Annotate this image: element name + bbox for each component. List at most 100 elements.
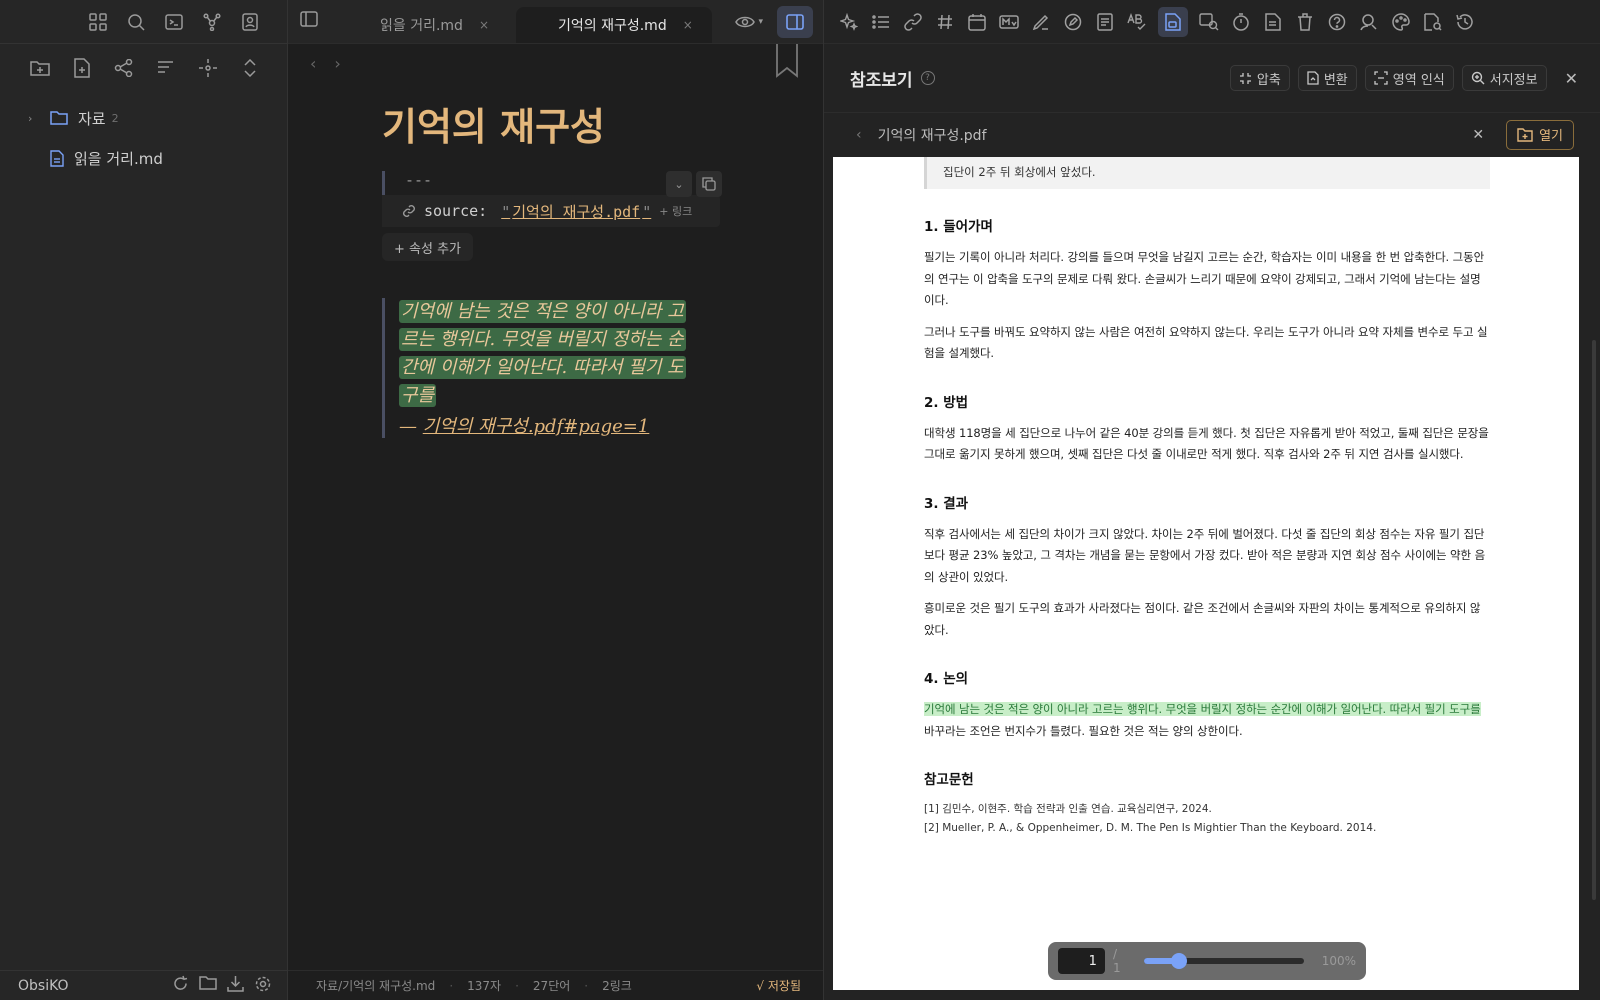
collapse-button[interactable]: ⌄	[666, 171, 692, 197]
spellcheck-icon[interactable]	[1126, 11, 1148, 33]
close-icon[interactable]: ×	[683, 18, 693, 32]
zoom-slider-handle[interactable]	[1171, 953, 1188, 969]
list-icon[interactable]	[870, 11, 892, 33]
image-search-icon[interactable]	[1198, 11, 1220, 33]
quote-source-link[interactable]: 기억의 재구성.pdf#page=1	[423, 416, 650, 437]
calendar-icon[interactable]	[966, 11, 988, 33]
status-path[interactable]: 자료/기억의 재구성.md	[316, 977, 435, 994]
palette-icon[interactable]	[1390, 11, 1412, 33]
sort-icon[interactable]	[148, 53, 184, 83]
back-arrow-icon[interactable]: ‹	[310, 54, 316, 73]
doc-search-icon[interactable]	[1422, 11, 1444, 33]
eye-icon[interactable]: ▾	[735, 15, 763, 29]
expand-icon[interactable]	[232, 53, 268, 83]
tab-memory-reconstruction[interactable]: 기억의 재구성.md ×	[516, 7, 712, 43]
close-icon[interactable]: ×	[479, 18, 489, 32]
sparkle-icon[interactable]	[838, 11, 860, 33]
pdf-paragraph: 직후 검사에서는 세 집단의 차이가 크지 않았다. 차이는 2주 뒤에 벌어졌…	[924, 526, 1486, 584]
forward-arrow-icon[interactable]: ›	[334, 54, 340, 73]
file-explorer-actions	[0, 44, 287, 92]
add-link-hint[interactable]: + 링크	[659, 203, 692, 219]
back-arrow-icon[interactable]: ‹	[856, 127, 862, 143]
app-window: › 자료 2 읽을 거리.md ObsiKO 읽을 거리.md × 기억의 재구…	[0, 0, 1600, 1000]
new-note-icon[interactable]	[64, 53, 100, 83]
page-number-input[interactable]: 1	[1058, 948, 1105, 974]
trash-icon[interactable]	[1294, 11, 1316, 33]
page-title[interactable]: 기억의 재구성	[382, 96, 605, 151]
zoom-slider[interactable]	[1144, 953, 1304, 969]
terminal-icon[interactable]	[162, 10, 186, 34]
scrollbar[interactable]	[1592, 340, 1596, 900]
note-icon[interactable]	[1262, 11, 1284, 33]
copy-button[interactable]	[696, 171, 722, 197]
region-label: 영역 인식	[1392, 72, 1445, 88]
bibliography-button[interactable]: 서지정보	[1461, 65, 1547, 91]
close-icon[interactable]: ✕	[1565, 69, 1578, 88]
region-icon	[1374, 71, 1388, 85]
add-property-button[interactable]: + 속성 추가	[382, 233, 473, 261]
help-icon[interactable]: ?	[920, 71, 935, 85]
chevron-right-icon[interactable]: ›	[28, 112, 42, 125]
tree-file[interactable]: 읽을 거리.md	[0, 138, 287, 178]
status-links: 2링크	[602, 979, 632, 993]
timer-icon[interactable]	[1230, 11, 1252, 33]
status-bar: 자료/기억의 재구성.md · 137자 · 27단어 · 2링크 √ 저장됨	[288, 970, 823, 1000]
reference-pane: 참조보기 ? 압축 변환 영역 인식 서지정보 ✕ ‹ 기억의 재구성.pdf …	[823, 0, 1600, 1000]
pdf-viewer[interactable]: 집단이 2주 뒤 회상에서 앞섰다. 1. 들어가며 필기는 기록이 아니라 처…	[833, 157, 1579, 990]
pdf-highlight[interactable]: 기억에 남는 것은 적은 양이 아니라 고르는 행위다. 무엇을 버릴지 정하는…	[924, 702, 1481, 716]
status-divider: ·	[449, 978, 454, 993]
region-recognition-button[interactable]: 영역 인식	[1364, 65, 1454, 91]
pdf-paragraph: 필기는 기록이 아니라 처리다. 강의를 들으며 무엇을 남길지 고르는 순간,…	[924, 250, 1485, 307]
quote-line: 간에 이해가 일어난다. 따라서 필기 도	[399, 356, 686, 379]
pdf-page-controls: 1 / 1 100%	[1048, 942, 1366, 980]
tags-icon[interactable]	[106, 53, 142, 83]
convert-icon	[1307, 71, 1319, 85]
frontmatter-block: --- source: 기억의 재구성.pdf + 링크 ⌄ + 속성 추가	[382, 171, 722, 261]
gear-icon[interactable]	[254, 975, 272, 997]
history-icon[interactable]	[1454, 11, 1476, 33]
file-label: 읽을 거리.md	[74, 149, 163, 168]
draw-icon[interactable]	[1062, 11, 1084, 33]
locate-icon[interactable]	[190, 53, 226, 83]
open-button[interactable]: 열기	[1506, 119, 1574, 150]
bookmark-icon[interactable]	[775, 44, 799, 82]
tree-folder[interactable]: › 자료 2	[0, 98, 287, 138]
new-folder-icon[interactable]	[22, 53, 58, 83]
vault-name[interactable]: ObsiKO	[18, 978, 172, 994]
pdf-paragraph: 흥미로운 것은 필기 도구의 효과가 사라졌다는 점이다. 같은 조건에서 손글…	[924, 601, 1481, 637]
sidebar-toggle-icon[interactable]	[300, 10, 318, 32]
help-circle-icon[interactable]	[1326, 11, 1348, 33]
user-search-icon[interactable]	[1358, 11, 1380, 33]
pdf-file-bar: ‹ 기억의 재구성.pdf ✕ 열기	[824, 112, 1600, 156]
search-icon[interactable]	[124, 10, 148, 34]
link-icon[interactable]	[902, 11, 924, 33]
tab-reading-list[interactable]: 읽을 거리.md ×	[380, 7, 489, 43]
grid-icon[interactable]	[86, 10, 110, 34]
sidebar-ribbon	[0, 0, 287, 44]
compress-button[interactable]: 압축	[1229, 65, 1290, 91]
saved-status: √ 저장됨	[756, 979, 801, 993]
convert-button[interactable]: 변환	[1297, 65, 1357, 91]
property-row[interactable]: source: 기억의 재구성.pdf + 링크	[382, 195, 720, 227]
pdf-heading: 1. 들어가며	[924, 219, 993, 235]
contact-icon[interactable]	[238, 10, 262, 34]
close-icon[interactable]: ✕	[1472, 127, 1484, 143]
sync-icon[interactable]	[172, 975, 189, 997]
download-icon[interactable]	[227, 975, 244, 997]
pdf-reference-icon[interactable]	[1158, 6, 1188, 37]
pdf-heading: 4. 논의	[924, 671, 969, 687]
pdf-heading: 참고문헌	[924, 772, 974, 788]
folder-icon	[1517, 127, 1533, 142]
property-value-link[interactable]: 기억의 재구성.pdf	[501, 201, 651, 222]
folder-open-icon[interactable]	[199, 975, 217, 997]
link-icon	[402, 204, 416, 218]
tab-label: 기억의 재구성.md	[558, 18, 667, 34]
markdown-icon[interactable]	[998, 11, 1020, 33]
blockquote[interactable]: 기억에 남는 것은 적은 양이 아니라 고 르는 행위다. 무엇을 버릴지 정하…	[382, 298, 722, 438]
hashtag-icon[interactable]	[934, 11, 956, 33]
document-icon[interactable]	[1094, 11, 1116, 33]
split-view-button[interactable]	[777, 6, 813, 38]
zoom-info-icon	[1471, 71, 1485, 85]
graph-icon[interactable]	[200, 10, 224, 34]
pen-icon[interactable]	[1030, 11, 1052, 33]
